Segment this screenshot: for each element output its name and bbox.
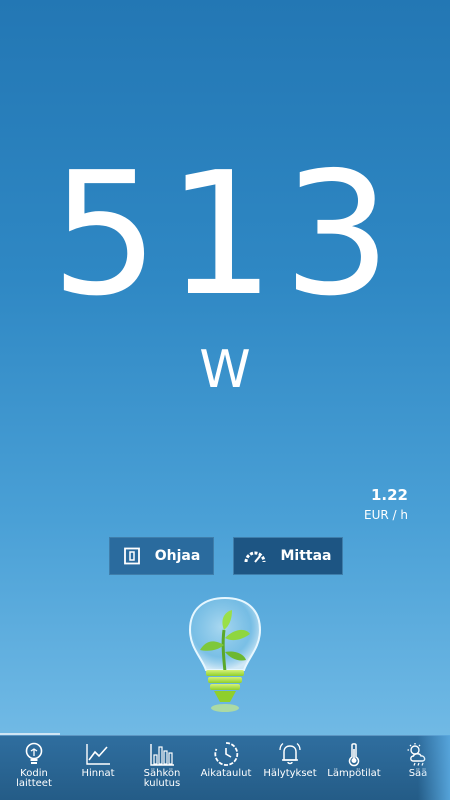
bulb-icon — [25, 742, 43, 764]
bar-chart-icon — [150, 744, 174, 766]
tab-label: Lämpötilat — [327, 768, 381, 779]
line-chart-icon — [86, 744, 110, 765]
tab-halytykset[interactable]: Hälytykset — [258, 736, 322, 800]
tab-aikataulut[interactable]: Aikataulut — [194, 736, 258, 800]
bell-icon — [279, 742, 301, 765]
power-reading-unit: W — [199, 340, 251, 400]
price-unit: EUR / h — [364, 508, 408, 522]
ohjaa-button-label: Ohjaa — [154, 548, 201, 564]
tab-label: Aikataulut — [200, 768, 252, 779]
tab-label: Hinnat — [81, 768, 115, 779]
tab-sahkon-kulutus[interactable]: Sähkön kulutus — [130, 736, 194, 800]
tab-label: Hälytykset — [263, 768, 317, 779]
tab-label: Kodin laitteet — [16, 768, 52, 789]
switch-icon — [123, 547, 140, 565]
eco-bulb-illustration — [136, 596, 314, 735]
gauge-icon — [244, 551, 266, 563]
mittaa-button[interactable]: Mittaa — [233, 537, 343, 575]
tab-lampotilat[interactable]: Lämpötilat — [322, 736, 386, 800]
app-screen: 513 W 1.22 EUR / h Ohjaa Mittaa Kodin la… — [0, 0, 450, 800]
weather-icon — [407, 743, 426, 766]
ohjaa-button[interactable]: Ohjaa — [109, 537, 214, 575]
clock-icon — [214, 742, 239, 766]
price-per-hour: 1.22 EUR / h — [364, 486, 408, 524]
mittaa-button-label: Mittaa — [280, 548, 332, 564]
power-reading-value: 513 — [50, 136, 400, 334]
tab-hinnat[interactable]: Hinnat — [66, 736, 130, 800]
tab-saa[interactable]: Sää — [386, 736, 450, 800]
thermometer-icon — [348, 743, 360, 767]
price-value: 1.22 — [370, 486, 408, 504]
tab-label: Sää — [408, 768, 428, 779]
tab-kodin-laitteet[interactable]: Kodin laitteet — [2, 736, 66, 800]
bottom-tab-bar: Kodin laitteet Hinnat Sähkön kulutus Aik… — [0, 735, 450, 800]
tab-label: Sähkön kulutus — [143, 768, 181, 789]
